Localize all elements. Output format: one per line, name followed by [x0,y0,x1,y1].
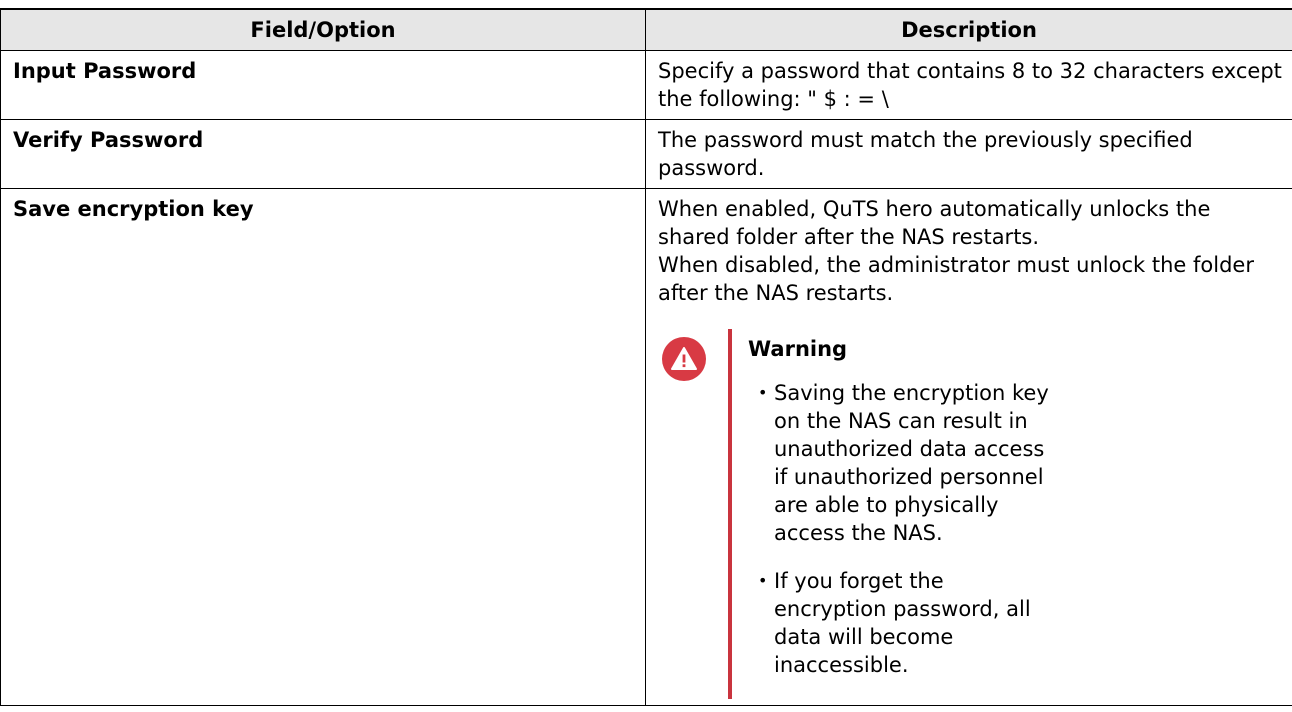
table-row: Verify Password The password must match … [0,119,1292,189]
description-line: When disabled, the administrator must un… [658,253,1254,305]
warning-body: Warning Saving the encryption key on the… [732,329,1058,699]
field-input-password: Input Password [0,50,646,120]
description-line: When enabled, QuTS hero automatically un… [658,197,1211,249]
warning-list: Saving the encryption key on the NAS can… [748,379,1058,679]
table-row: Input Password Specify a password that c… [0,50,1292,120]
warning-icon-wrap [662,329,710,699]
field-save-encryption-key: Save encryption key [0,188,646,706]
warning-triangle-icon [662,337,706,381]
header-description: Description [645,8,1292,51]
options-table-wrapper: Field/Option Description Input Password … [0,0,1292,712]
list-item: If you forget the encryption password, a… [758,567,1058,679]
description-verify-password: The password must match the previously s… [645,119,1292,189]
description-input-password: Specify a password that contains 8 to 32… [645,50,1292,120]
warning-callout: Warning Saving the encryption key on the… [662,329,1282,699]
header-field-option: Field/Option [0,8,646,51]
field-verify-password: Verify Password [0,119,646,189]
warning-title: Warning [748,337,848,361]
table-header-row: Field/Option Description [0,8,1292,51]
list-item: Saving the encryption key on the NAS can… [758,379,1058,547]
options-table: Field/Option Description Input Password … [0,8,1292,706]
description-save-encryption-key: When enabled, QuTS hero automatically un… [645,188,1292,706]
table-row: Save encryption key When enabled, QuTS h… [0,188,1292,706]
